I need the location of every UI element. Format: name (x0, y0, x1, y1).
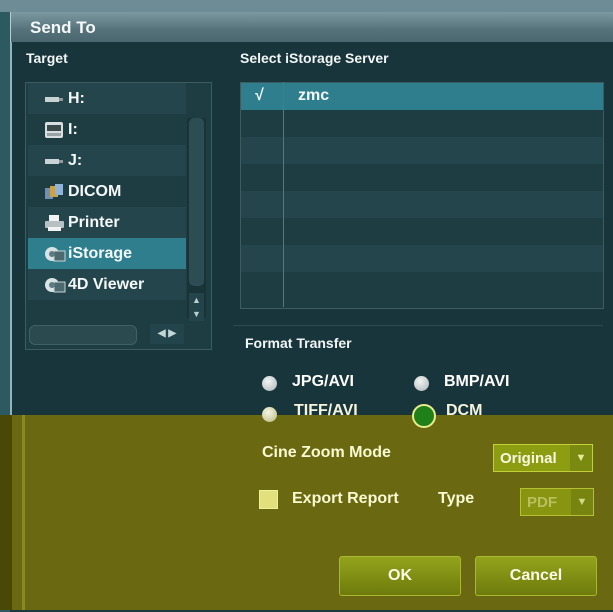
scroll-down-icon[interactable]: ▼ (189, 307, 204, 321)
cine-zoom-mode-select[interactable]: Original ▼ (493, 444, 593, 472)
target-item-printer[interactable]: Printer (28, 207, 186, 238)
export-report-label: Export Report (292, 490, 399, 507)
server-row-empty[interactable] (241, 164, 603, 191)
target-heading: Target (26, 50, 68, 66)
usb-drive-icon (44, 152, 66, 170)
target-item-istorage[interactable]: iStorage (28, 238, 186, 269)
server-row-empty[interactable] (241, 137, 603, 164)
istorage-icon (44, 245, 66, 263)
target-vertical-scroll-thumb[interactable] (189, 118, 204, 286)
export-report-checkbox[interactable] (259, 490, 278, 509)
server-name-cell: zmc (298, 87, 330, 104)
radio-dcm-selected[interactable] (412, 404, 436, 428)
server-row-empty[interactable] (241, 272, 603, 299)
target-horizontal-scroll-thumb[interactable] (29, 325, 137, 345)
usb-drive-icon (44, 90, 66, 108)
printer-icon (44, 214, 66, 232)
target-item-label: J: (68, 151, 83, 169)
server-row-empty[interactable] (241, 110, 603, 137)
radio-label-jpg-avi: JPG/AVI (292, 373, 354, 390)
radio-label-tiff-avi: TIFF/AVI (294, 402, 358, 419)
overlay-edge (0, 415, 12, 610)
target-item-4d-viewer[interactable]: 4D Viewer (28, 269, 186, 300)
server-row-empty[interactable] (241, 218, 603, 245)
dialog-title: Send To (30, 18, 96, 37)
scroll-left-right-icon[interactable]: ◀ ▶ (150, 324, 184, 344)
type-label: Type (438, 490, 475, 507)
target-item-dicom[interactable]: DICOM (28, 176, 186, 207)
4d-viewer-icon (44, 276, 66, 294)
target-item-label: H: (68, 89, 85, 107)
server-list[interactable] (240, 82, 604, 309)
chevron-down-icon[interactable]: ▼ (571, 489, 593, 515)
target-item-label: Printer (68, 213, 120, 231)
cine-zoom-mode-label: Cine Zoom Mode (262, 444, 391, 461)
radio-label-bmp-avi: BMP/AVI (444, 373, 510, 390)
target-item-label: DICOM (68, 182, 122, 200)
scroll-up-icon[interactable]: ▲ (189, 293, 204, 307)
target-item-label: I: (68, 120, 78, 138)
cancel-button[interactable]: Cancel (475, 556, 597, 596)
ok-button[interactable]: OK (339, 556, 461, 596)
radio-jpg-avi[interactable] (262, 376, 277, 391)
server-heading: Select iStorage Server (240, 50, 389, 66)
server-row-empty[interactable] (241, 245, 603, 272)
server-row-empty[interactable] (241, 191, 603, 218)
type-value: PDF (527, 493, 557, 511)
chevron-down-icon[interactable]: ▼ (570, 445, 592, 471)
dicom-icon (44, 183, 66, 201)
server-column-divider (283, 82, 284, 307)
cine-zoom-mode-value: Original (500, 449, 557, 467)
window-top-edge (0, 0, 613, 12)
target-item-i[interactable]: I: (28, 114, 186, 145)
target-item-j[interactable]: J: (28, 145, 186, 176)
target-item-label: 4D Viewer (68, 275, 145, 293)
radio-label-dcm: DCM (446, 402, 483, 419)
radio-bmp-avi[interactable] (414, 376, 429, 391)
overlay-stripe (22, 415, 25, 610)
server-row[interactable] (241, 83, 603, 110)
type-select[interactable]: PDF ▼ (520, 488, 594, 516)
target-item-h[interactable]: H: (28, 83, 186, 114)
target-item-label: iStorage (68, 244, 133, 262)
dvd-drive-icon (44, 121, 66, 139)
radio-tiff-avi[interactable] (262, 407, 277, 422)
checkmark-icon: √ (255, 87, 264, 104)
dialog-titlebar[interactable] (10, 12, 613, 42)
target-list[interactable]: H: I: J: DICOM Printer iStorage 4D Viewe… (25, 82, 212, 350)
format-transfer-heading: Format Transfer (245, 335, 352, 351)
